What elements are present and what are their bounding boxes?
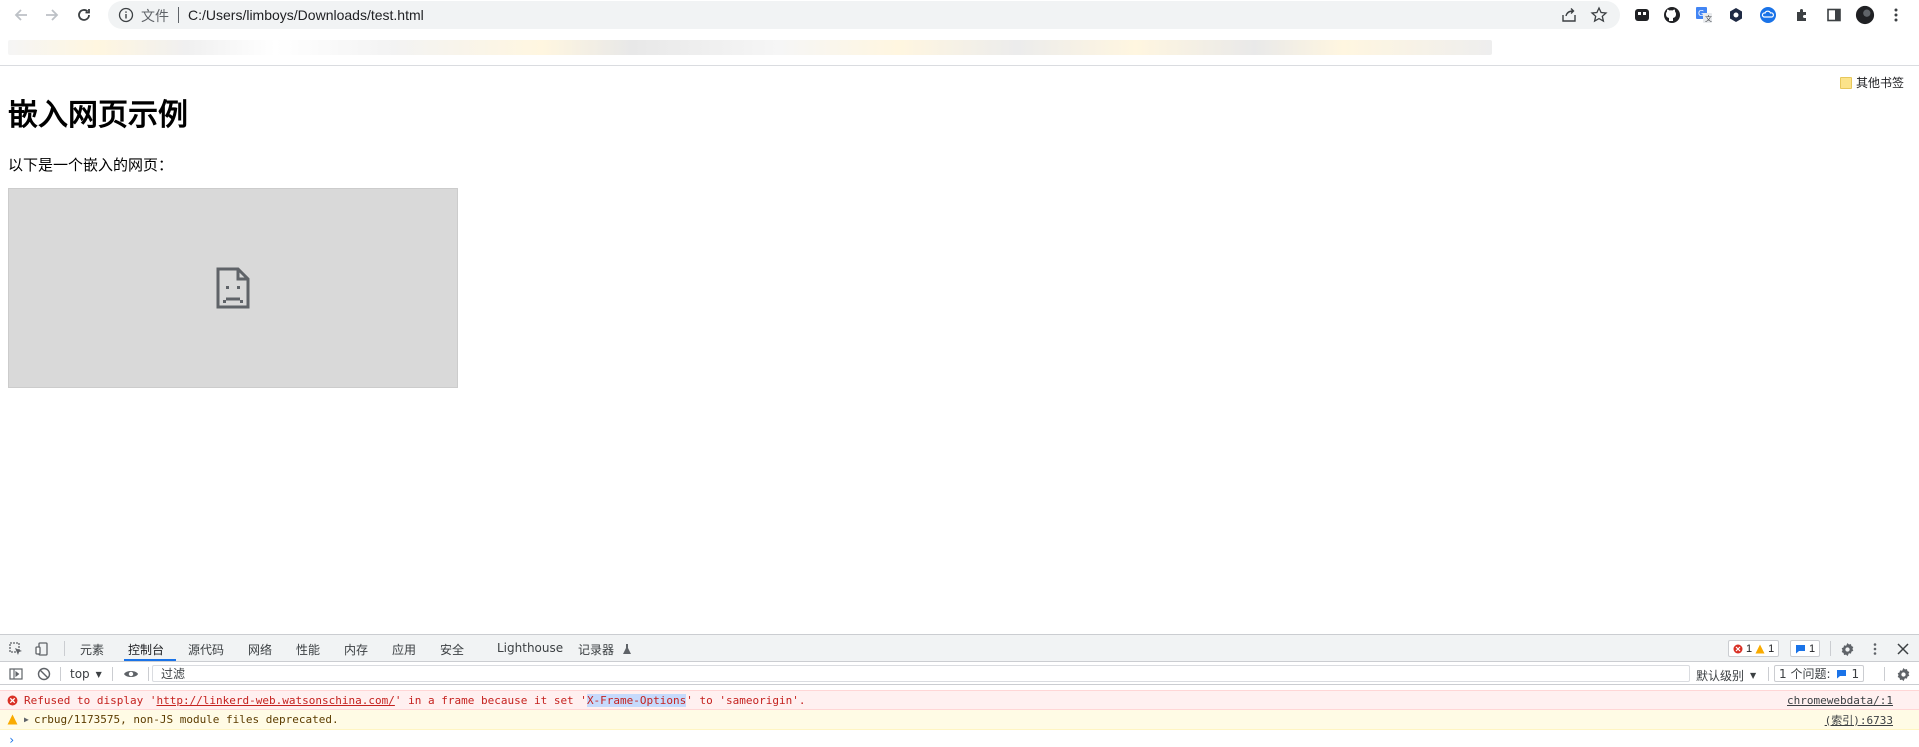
address-bar[interactable]: 文件 C:/Users/limboys/Downloads/test.html [108,1,1620,29]
issues-button[interactable]: 1 个问题: 1 [1774,665,1865,682]
close-devtools-icon[interactable] [1894,640,1912,658]
error-text-suffix: ' to 'sameorigin'. [686,693,806,707]
page-intro: 以下是一个嵌入的网页： [8,156,174,174]
scheme-label: 文件 [141,9,169,25]
warning-icon [7,714,18,728]
dropdown-arrow-icon: ▼ [95,669,102,679]
back-button[interactable] [9,3,33,27]
messages-badge[interactable]: 1 [1790,640,1821,657]
console-settings-icon[interactable] [1894,665,1912,683]
log-level-label: 默认级别 [1696,669,1745,683]
kebab-menu-icon[interactable] [1886,5,1906,25]
console-warning-row[interactable]: ▶ crbug/1173575, non-JS module files dep… [0,710,1919,730]
warning-count: 1 [1768,642,1775,655]
cloud-extension-icon[interactable] [1758,5,1778,25]
github-icon[interactable] [1662,5,1682,25]
tab-recorder[interactable]: 记录器 [578,641,614,658]
extension-app-icon[interactable] [1632,5,1652,25]
hexagon-extension-icon[interactable] [1726,5,1746,25]
error-count: 1 [1746,642,1753,655]
error-icon [7,695,18,709]
embedded-iframe[interactable] [8,188,458,388]
reload-button[interactable] [72,3,96,27]
issues-count: 1 [1851,666,1860,681]
url-text[interactable]: C:/Users/limboys/Downloads/test.html [188,7,424,23]
page-heading: 嵌入网页示例 [8,98,188,133]
expand-arrow-icon[interactable]: ▶ [24,715,29,724]
bookmarks-bar: 其他书签 [0,36,1919,90]
sad-page-icon [216,267,250,309]
settings-gear-icon[interactable] [1838,640,1856,658]
sidebar-toggle-icon[interactable] [7,665,25,683]
filter-placeholder: 过滤 [161,667,186,681]
bookmark-star-icon[interactable] [1590,6,1608,29]
error-message: Refused to display 'http://linkerd-web.w… [24,693,806,707]
toolbar-divider [1768,667,1769,681]
avatar[interactable] [1855,5,1875,25]
toolbar-divider [60,667,61,681]
tab-network[interactable]: 网络 [248,641,272,658]
error-source-link[interactable]: chromewebdata/:1 [1787,694,1893,707]
page-viewport: 嵌入网页示例 以下是一个嵌入的网页： [0,66,1919,634]
warning-message: crbug/1173575, non-JS module files depre… [34,713,339,726]
log-level-selector[interactable]: 默认级别 ▼ [1696,667,1756,684]
tab-divider [64,641,65,656]
live-expression-eye-icon[interactable] [122,665,140,683]
active-tab-indicator [124,659,176,661]
error-icon [1733,644,1743,653]
tab-lighthouse[interactable]: Lighthouse [497,641,563,655]
reload-icon [78,9,90,21]
devtools-menu-icon[interactable] [1866,640,1884,658]
share-icon[interactable] [1560,6,1578,29]
svg-text:文: 文 [1705,14,1712,23]
toolbar-divider [1884,667,1885,681]
tab-memory[interactable]: 内存 [344,641,368,658]
issues-label: 1 个问题: [1779,667,1831,681]
translate-icon[interactable]: G文 [1694,5,1714,25]
error-url-link[interactable]: http://linkerd-web.watsonschina.com/ [156,694,394,707]
inspect-element-icon[interactable] [7,640,25,658]
device-toggle-icon[interactable] [33,640,51,658]
context-label: top [70,667,90,681]
toolbar-divider [112,667,113,681]
error-highlighted-text: X-Frame-Options [586,693,687,707]
browser-toolbar: 文件 C:/Users/limboys/Downloads/test.html … [0,0,1919,30]
browser-chrome: 文件 C:/Users/limboys/Downloads/test.html … [0,0,1919,90]
console-prompt-icon[interactable]: › [8,733,15,747]
warning-source-link[interactable]: (索引):6733 [1825,712,1893,728]
badge-divider [1830,641,1831,656]
error-text-mid: ' in a frame because it set ' [394,693,587,707]
side-panel-icon[interactable] [1824,5,1844,25]
toolbar-divider [148,667,149,681]
tab-console[interactable]: 控制台 [128,641,164,658]
message-icon [1796,644,1805,653]
flask-icon [622,642,632,660]
console-toolbar: top ▼ 过滤 默认级别 ▼ 1 个问题: 1 [0,663,1919,685]
dropdown-arrow-icon: ▼ [1750,671,1757,680]
omnibox-divider [178,7,179,23]
message-icon [1836,669,1846,678]
warning-icon [1755,644,1765,653]
error-warning-badge[interactable]: 1 1 [1728,640,1780,657]
tab-application[interactable]: 应用 [392,641,416,658]
puzzle-icon[interactable] [1792,5,1812,25]
blurred-bookmarks [8,40,1492,55]
context-selector[interactable]: top ▼ [70,667,102,681]
clear-console-icon[interactable] [35,665,53,683]
error-text-prefix: Refused to display ' [24,693,157,707]
devtools-panel: 元素 控制台 源代码 网络 性能 内存 应用 安全 Lighthouse 记录器… [0,634,1919,747]
tab-security[interactable]: 安全 [440,641,464,658]
arrow-right-icon [46,9,59,21]
tab-sources[interactable]: 源代码 [188,641,224,658]
arrow-left-icon [14,9,27,21]
console-error-row[interactable]: Refused to display 'http://linkerd-web.w… [0,690,1919,710]
tab-performance[interactable]: 性能 [296,641,320,658]
info-icon[interactable] [118,7,134,28]
forward-button[interactable] [40,3,64,27]
console-filter-input[interactable]: 过滤 [152,665,1690,682]
devtools-tabbar: 元素 控制台 源代码 网络 性能 内存 应用 安全 Lighthouse 记录器… [0,635,1919,662]
message-count: 1 [1809,642,1816,655]
tab-elements[interactable]: 元素 [80,641,104,658]
